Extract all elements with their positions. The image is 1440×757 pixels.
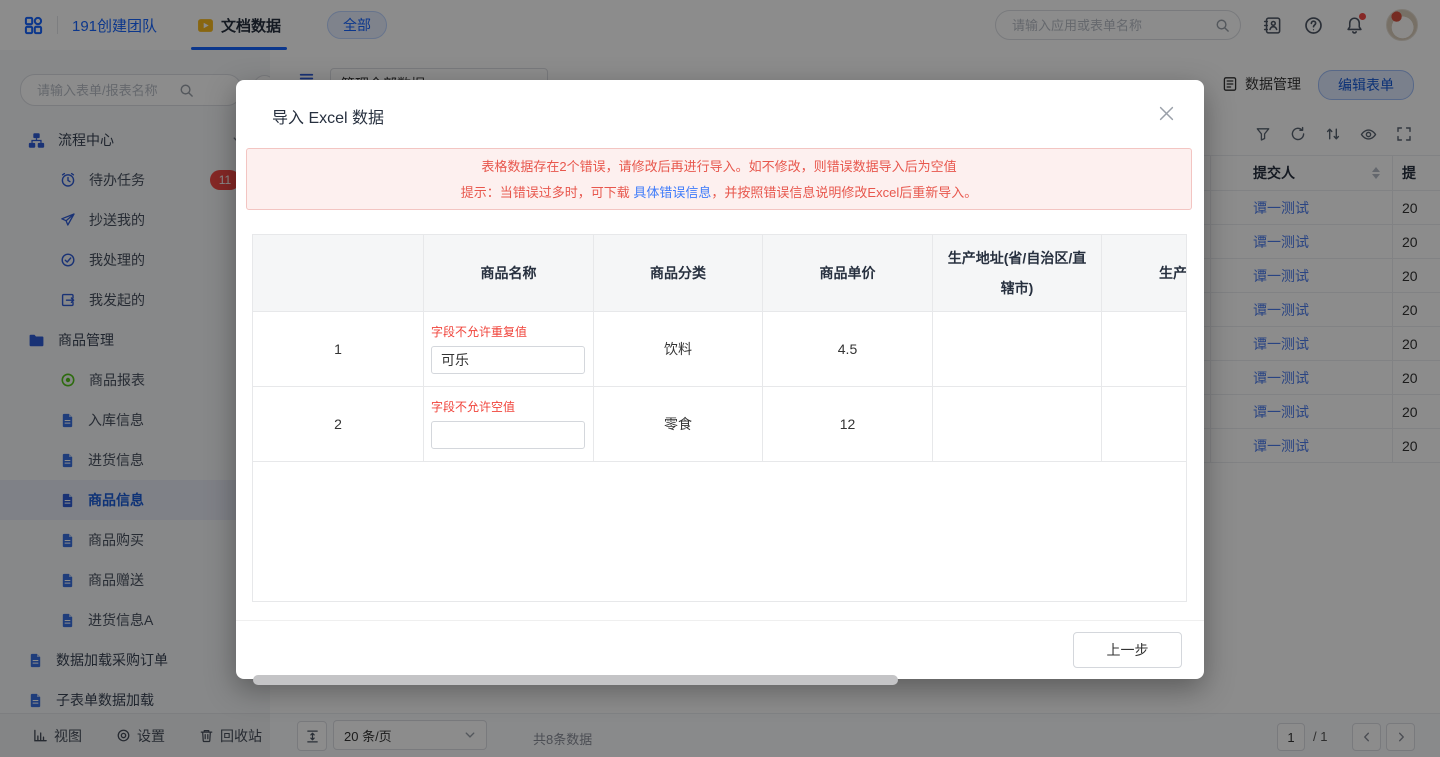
previous-step-button[interactable]: 上一步 [1073, 632, 1182, 668]
product-name-cell: 字段不允许空值 [424, 387, 594, 461]
preview-row-1: 1 字段不允许重复值 饮料 4.5 [253, 311, 1187, 386]
col-production-address: 生产地址(省/自治区/直辖市) [933, 235, 1102, 311]
col-product-price: 商品单价 [763, 235, 933, 311]
product-name-cell: 字段不允许重复值 [424, 312, 594, 386]
alert-line2-suffix: ，并按照错误信息说明修改Excel后重新导入。 [711, 185, 977, 200]
alert-line2: 提示：当错误过多时，可下载 具体错误信息，并按照错误信息说明修改Excel后重新… [247, 180, 1191, 206]
address-cell [933, 387, 1102, 461]
price-cell: 12 [763, 387, 933, 461]
product-name-input[interactable] [431, 421, 585, 449]
row-number: 2 [253, 387, 424, 461]
empty-value-error: 字段不允许空值 [431, 400, 515, 414]
product-name-input[interactable] [431, 346, 585, 374]
error-detail-link[interactable]: 具体错误信息 [633, 185, 711, 200]
alert-line2-prefix: 提示：当错误过多时，可下载 [461, 185, 634, 200]
import-preview-table: 商品名称 商品分类 商品单价 生产地址(省/自治区/直辖市) 生产地址 1 字段… [252, 234, 1187, 602]
alert-line1: 表格数据存在2个错误，请修改后再进行导入。如不修改，则错误数据导入后为空值 [247, 154, 1191, 180]
modal-title: 导入 Excel 数据 [272, 104, 384, 128]
col-product-name: 商品名称 [424, 235, 594, 311]
modal-footer: 上一步 [236, 620, 1204, 679]
col-product-category: 商品分类 [594, 235, 763, 311]
close-icon[interactable] [1155, 102, 1178, 125]
duplicate-value-error: 字段不允许重复值 [431, 325, 527, 339]
address-cell [933, 312, 1102, 386]
preview-header-row: 商品名称 商品分类 商品单价 生产地址(省/自治区/直辖市) 生产地址 [253, 235, 1187, 311]
price-cell: 4.5 [763, 312, 933, 386]
col-row-number [253, 235, 424, 311]
import-excel-modal: 导入 Excel 数据 表格数据存在2个错误，请修改后再进行导入。如不修改，则错… [236, 80, 1204, 679]
address2-cell [1102, 312, 1187, 386]
error-alert: 表格数据存在2个错误，请修改后再进行导入。如不修改，则错误数据导入后为空值 提示… [246, 148, 1192, 210]
address2-cell [1102, 387, 1187, 461]
category-cell: 饮料 [594, 312, 763, 386]
category-cell: 零食 [594, 387, 763, 461]
row-number: 1 [253, 312, 424, 386]
col-production-address-2: 生产地址 [1102, 235, 1187, 311]
preview-row-2: 2 字段不允许空值 零食 12 [253, 386, 1187, 461]
